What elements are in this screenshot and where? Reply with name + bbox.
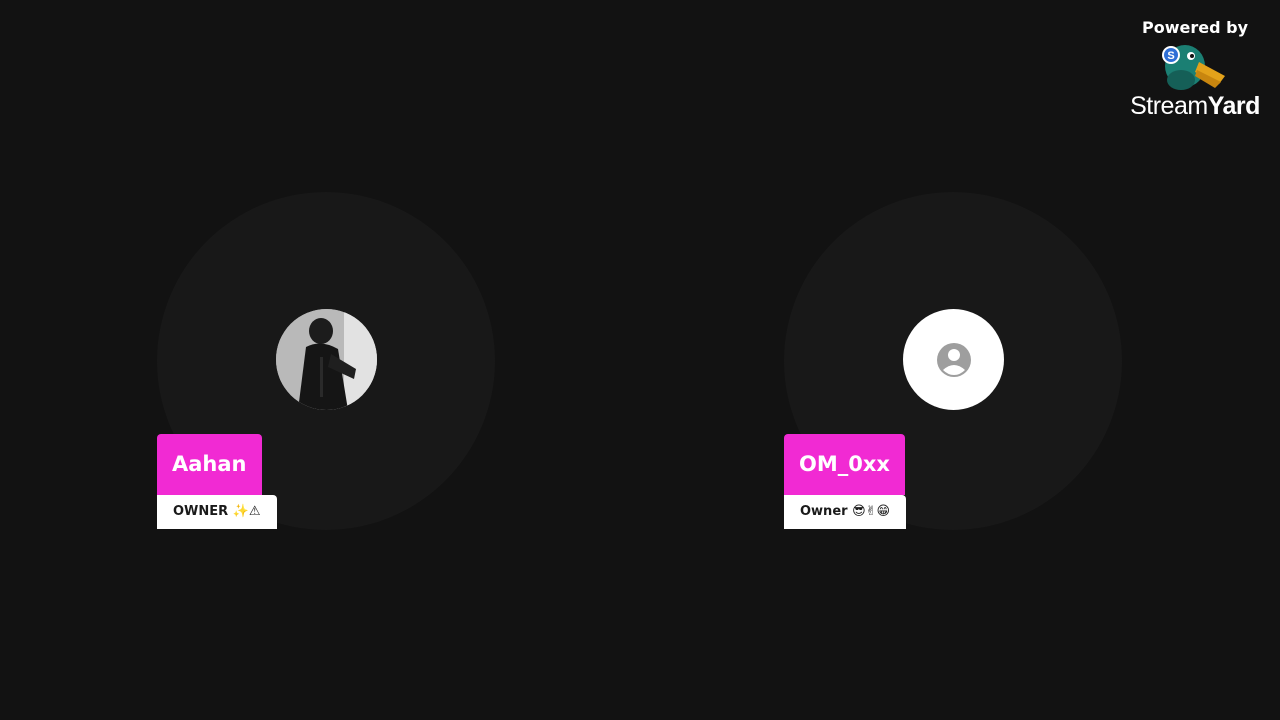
duck-mascot-icon: S [1125,40,1265,96]
wordmark-bold: Yard [1207,92,1261,120]
avatar-aahan [276,309,377,410]
participant-role-tag: Owner 😎✌😁 [784,495,907,529]
participant-role-tag: OWNER ✨⚠ [157,495,277,529]
wordmark-light: Stream [1130,92,1208,120]
person-placeholder-icon [936,342,971,377]
participant-tile-aahan: Aahan OWNER ✨⚠ [157,192,495,530]
svg-text:S: S [1167,50,1174,62]
avatar-photo-silhouette [276,309,377,410]
broadcast-stage: Aahan OWNER ✨⚠ OM_0xx Owner 😎✌😁 Powered … [0,0,1280,720]
participant-tile-om: OM_0xx Owner 😎✌😁 [784,192,1122,530]
streamyard-branding: Powered by S StreamYard [1125,16,1265,120]
powered-by-label: Powered by [1142,18,1248,37]
streamyard-wordmark: StreamYard [1125,92,1265,120]
participant-name-tag: OM_0xx [784,434,905,495]
participant-name-tag: Aahan [157,434,262,495]
avatar-om [903,309,1004,410]
